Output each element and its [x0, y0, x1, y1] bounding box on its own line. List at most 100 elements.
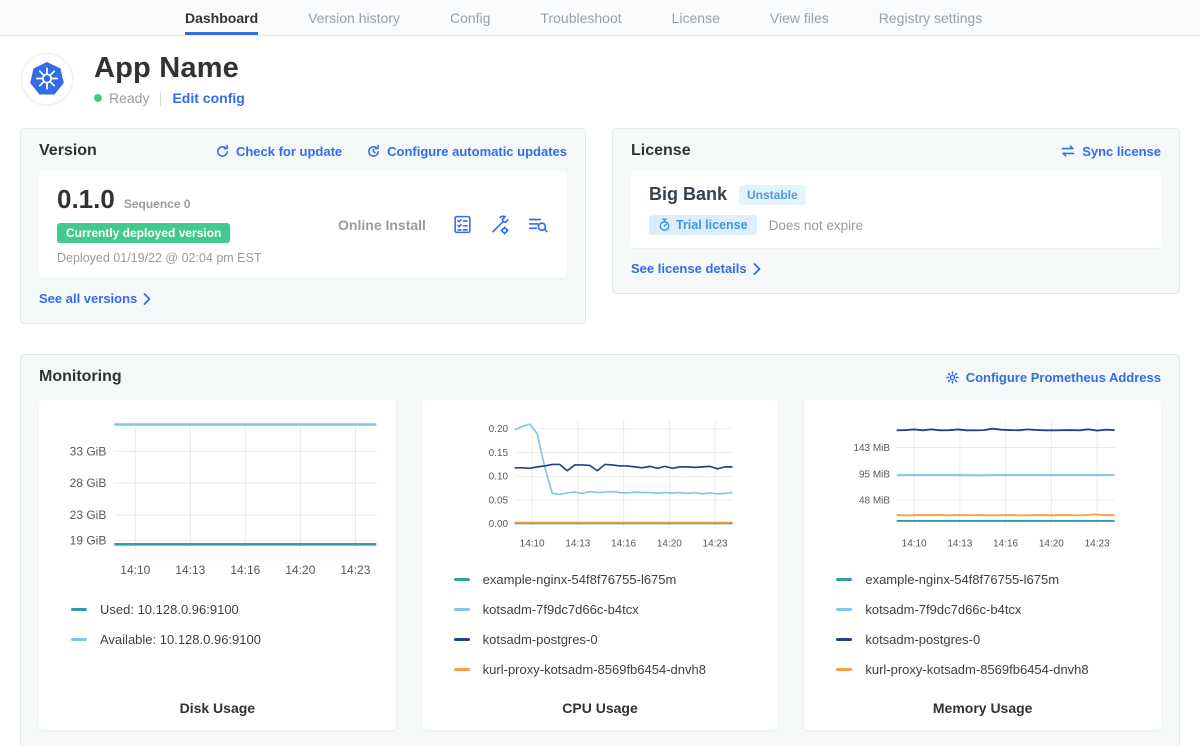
version-panel-title: Version: [39, 142, 97, 160]
svg-text:143 MiB: 143 MiB: [854, 443, 891, 454]
tab-view-files[interactable]: View files: [770, 0, 829, 35]
legend-label: kotsadm-postgres-0: [865, 632, 980, 647]
legend-label: kurl-proxy-kotsadm-8569fb6454-dnvh8: [865, 662, 1088, 677]
monitoring-panel: Monitoring Configure Prometheus Address …: [20, 354, 1180, 746]
svg-text:14:20: 14:20: [1039, 539, 1064, 550]
check-for-update-link[interactable]: Check for update: [215, 144, 342, 159]
legend-label: example-nginx-54f8f76755-l675m: [483, 572, 677, 587]
tab-version-history[interactable]: Version history: [308, 0, 400, 35]
svg-text:14:10: 14:10: [519, 539, 544, 550]
edit-config-link[interactable]: Edit config: [172, 90, 244, 106]
sync-icon: [1060, 144, 1076, 158]
svg-text:28 GiB: 28 GiB: [70, 476, 107, 490]
tab-license[interactable]: License: [672, 0, 720, 35]
legend-label: Used: 10.128.0.96:9100: [100, 602, 239, 617]
legend-item: kotsadm-7f9dc7d66c-b4tcx: [454, 602, 771, 617]
svg-text:95 MiB: 95 MiB: [859, 469, 890, 480]
svg-text:23 GiB: 23 GiB: [70, 508, 107, 522]
svg-text:14:10: 14:10: [120, 563, 150, 577]
legend-item: example-nginx-54f8f76755-l675m: [836, 572, 1153, 587]
legend-item: Used: 10.128.0.96:9100: [71, 602, 388, 617]
sync-license-link[interactable]: Sync license: [1060, 144, 1161, 159]
legend-item: kurl-proxy-kotsadm-8569fb6454-dnvh8: [454, 662, 771, 677]
license-card: Big Bank Unstable Trial license Does not…: [631, 171, 1161, 248]
tab-troubleshoot[interactable]: Troubleshoot: [540, 0, 621, 35]
legend-item: Available: 10.128.0.96:9100: [71, 632, 388, 647]
svg-text:19 GiB: 19 GiB: [70, 533, 107, 547]
memory-usage-legend: example-nginx-54f8f76755-l675m kotsadm-7f…: [836, 572, 1153, 692]
charts-row: 33 GiB28 GiB23 GiB19 GiB14:1014:1314:161…: [39, 400, 1161, 730]
memory-usage-chart: 143 MiB 95 MiB 48 MiB 14:10 14:13 14:16 14:20 1…: [812, 412, 1153, 560]
legend-item: kurl-proxy-kotsadm-8569fb6454-dnvh8: [836, 662, 1153, 677]
tab-dashboard[interactable]: Dashboard: [185, 0, 258, 35]
status-dot: [94, 94, 102, 102]
version-number: 0.1.0: [57, 184, 115, 215]
svg-text:33 GiB: 33 GiB: [70, 444, 107, 458]
see-all-versions-link[interactable]: See all versions: [39, 291, 151, 306]
svg-text:48 MiB: 48 MiB: [859, 495, 890, 506]
svg-text:0.20: 0.20: [488, 424, 508, 435]
svg-text:14:13: 14:13: [948, 539, 973, 550]
chart-title: CPU Usage: [430, 692, 771, 716]
legend-item: kotsadm-postgres-0: [454, 632, 771, 647]
legend-color-dash: [454, 638, 470, 641]
legend-item: example-nginx-54f8f76755-l675m: [454, 572, 771, 587]
view-logs-icon[interactable]: [527, 214, 549, 236]
svg-text:14:23: 14:23: [1085, 539, 1110, 550]
svg-text:0.05: 0.05: [488, 495, 508, 506]
version-sequence: Sequence 0: [124, 197, 191, 211]
legend-label: kotsadm-7f9dc7d66c-b4tcx: [865, 602, 1021, 617]
legend-color-dash: [71, 638, 87, 641]
legend-color-dash: [454, 608, 470, 611]
monitoring-title: Monitoring: [39, 368, 122, 386]
legend-color-dash: [71, 608, 87, 611]
cards-row: Version Check for update Configure autom…: [0, 128, 1200, 324]
tab-registry-settings[interactable]: Registry settings: [879, 0, 982, 35]
disk-usage-legend: Used: 10.128.0.96:9100 Available: 10.128.…: [71, 602, 388, 662]
gear-icon: [945, 370, 960, 385]
legend-label: Available: 10.128.0.96:9100: [100, 632, 261, 647]
top-nav: Dashboard Version history Config Trouble…: [0, 0, 1200, 36]
chevron-right-icon: [143, 293, 151, 305]
svg-text:14:16: 14:16: [611, 539, 636, 550]
memory-usage-chart-card: 143 MiB 95 MiB 48 MiB 14:10 14:13 14:16 14:20 1…: [804, 400, 1161, 730]
svg-text:14:16: 14:16: [230, 563, 260, 577]
configure-prometheus-link[interactable]: Configure Prometheus Address: [945, 370, 1161, 385]
chevron-right-icon: [753, 263, 761, 275]
legend-color-dash: [836, 638, 852, 641]
svg-text:14:13: 14:13: [175, 563, 205, 577]
svg-text:14:23: 14:23: [340, 563, 370, 577]
svg-text:14:16: 14:16: [993, 539, 1018, 550]
cpu-usage-legend: example-nginx-54f8f76755-l675m kotsadm-7f…: [454, 572, 771, 692]
page-title: App Name: [94, 52, 245, 85]
legend-label: kotsadm-postgres-0: [483, 632, 598, 647]
svg-text:14:10: 14:10: [902, 539, 927, 550]
tab-config[interactable]: Config: [450, 0, 490, 35]
svg-text:0.10: 0.10: [488, 472, 508, 483]
legend-color-dash: [454, 578, 470, 581]
svg-text:14:23: 14:23: [702, 539, 727, 550]
cpu-usage-chart-card: 0.200.150.100.050.0014:1014:1314:1614:20…: [422, 400, 779, 730]
disk-usage-chart-card: 33 GiB 28 GiB 23 GiB 19 GiB 14:10 14:13 14:16 1…: [39, 400, 396, 730]
license-expiry: Does not expire: [769, 218, 864, 233]
status-text: Ready: [109, 90, 149, 106]
deployed-timestamp: Deployed 01/19/22 @ 02:04 pm EST: [57, 251, 312, 265]
svg-text:0.00: 0.00: [488, 519, 508, 530]
current-version-card: 0.1.0 Sequence 0 Currently deployed vers…: [39, 171, 567, 278]
version-panel: Version Check for update Configure autom…: [20, 128, 586, 324]
stopwatch-icon: [658, 218, 671, 232]
svg-text:14:13: 14:13: [565, 539, 590, 550]
clock-refresh-icon: [366, 144, 381, 159]
legend-color-dash: [836, 608, 852, 611]
legend-color-dash: [836, 578, 852, 581]
preflight-checklist-icon[interactable]: [452, 214, 473, 235]
license-panel: License Sync license Big Bank Unstable: [612, 128, 1180, 294]
kubernetes-logo-icon: [22, 54, 72, 104]
svg-text:0.15: 0.15: [488, 448, 508, 459]
config-wrench-icon[interactable]: [489, 214, 511, 236]
channel-badge: Unstable: [739, 185, 806, 205]
configure-auto-updates-link[interactable]: Configure automatic updates: [366, 144, 567, 159]
legend-item: kotsadm-postgres-0: [836, 632, 1153, 647]
see-license-details-link[interactable]: See license details: [631, 261, 761, 276]
legend-label: kurl-proxy-kotsadm-8569fb6454-dnvh8: [483, 662, 706, 677]
